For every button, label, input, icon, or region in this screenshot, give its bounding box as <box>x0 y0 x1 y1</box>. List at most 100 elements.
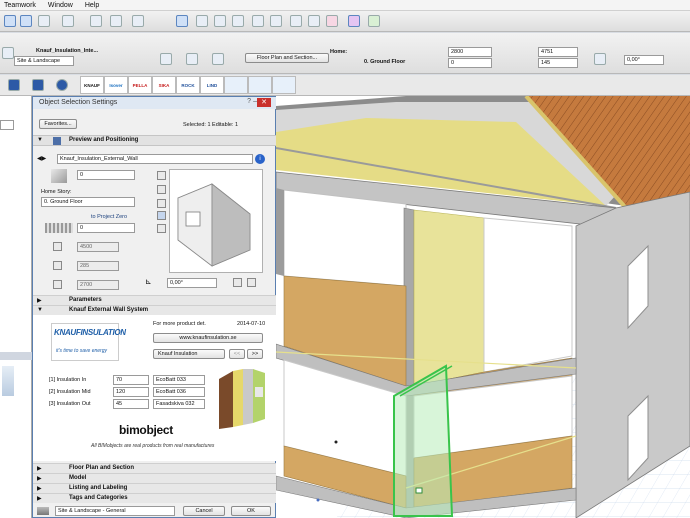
brand-logo-6[interactable]: LIND <box>200 76 224 94</box>
brand-logo-9[interactable] <box>272 76 296 94</box>
rotate-icon[interactable] <box>270 15 282 27</box>
parameters-section-header[interactable]: ▶ Parameters <box>33 295 277 305</box>
rotation-angle-field[interactable]: 0,00° <box>624 55 664 65</box>
elevate-icon[interactable] <box>308 15 320 27</box>
to-project-zero-link[interactable]: to Project Zero <box>91 214 127 220</box>
manufacturer-select[interactable]: Knauf Insulation <box>153 349 225 359</box>
navigator-tabs[interactable] <box>0 352 32 360</box>
mirror-icon[interactable] <box>252 15 264 27</box>
navigator-field[interactable] <box>0 120 14 130</box>
offset-field[interactable]: 0 <box>77 170 135 180</box>
object-settings-dialog: Object Selection Settings ? – ✕ Favorite… <box>32 96 277 518</box>
brand-logo-3[interactable]: PELLA <box>128 76 152 94</box>
brand-logo-8[interactable] <box>248 76 272 94</box>
prev-product-button[interactable]: << <box>229 349 245 359</box>
refresh-icon[interactable] <box>56 79 68 91</box>
mirror-toggle-icon[interactable] <box>212 53 224 65</box>
menu-teamwork[interactable]: Teamwork <box>4 0 36 10</box>
collapse-arrow-icon: ▼ <box>37 137 43 143</box>
height-icon <box>53 280 62 289</box>
brand-logo-1[interactable]: KNAUF <box>80 76 104 94</box>
next-product-button[interactable]: >> <box>247 349 263 359</box>
favorites-button[interactable]: Favorites... <box>39 119 77 129</box>
product-details-label: For more product det. <box>153 321 206 327</box>
website-button[interactable]: www.knaufinsulation.se <box>153 333 263 343</box>
pick-up-icon[interactable] <box>38 15 50 27</box>
rotation-icon <box>594 53 606 65</box>
model-section-title: Model <box>69 475 87 481</box>
car-icon[interactable] <box>32 79 44 91</box>
arrow-tool-icon[interactable] <box>4 15 16 27</box>
mirror-checkbox[interactable] <box>233 278 242 287</box>
layer-select[interactable]: Site & Landscape - General <box>55 506 175 516</box>
knauf-section-title: Knauf External Wall System <box>69 307 149 313</box>
height-field: 2700 <box>77 280 119 290</box>
help-icon[interactable]: ? <box>247 98 251 105</box>
group-icon[interactable] <box>290 15 302 27</box>
preview-section-title: Preview and Positioning <box>69 137 139 143</box>
preview-elevation-icon[interactable] <box>157 199 166 208</box>
snap-icon[interactable] <box>90 15 102 27</box>
expand-arrow-icon: ▶ <box>37 298 42 304</box>
insulation-mid-value[interactable]: 120 <box>113 387 149 397</box>
pen-icon[interactable] <box>160 53 172 65</box>
prev-object-icon[interactable]: ◀▶ <box>37 155 46 162</box>
depth-field[interactable]: 145 <box>538 58 578 68</box>
grid-icon[interactable] <box>176 15 188 27</box>
inject-icon[interactable] <box>62 15 74 27</box>
insulation-in-value[interactable]: 70 <box>113 375 149 385</box>
listing-section-header[interactable]: ▶ Listing and Labeling <box>33 483 277 493</box>
menu-window[interactable]: Window <box>48 0 73 10</box>
preview-section-header[interactable]: ▼ Preview and Positioning <box>33 135 277 146</box>
insulation-in-product[interactable]: EcoBatt 033 <box>153 375 205 385</box>
preview-3d-icon[interactable] <box>157 211 166 220</box>
layer-select[interactable]: Site & Landscape <box>14 56 74 66</box>
preview-section-view-icon[interactable] <box>157 185 166 194</box>
floor-plan-section-header[interactable]: ▶ Floor Plan and Section <box>33 463 277 473</box>
split-icon[interactable] <box>214 15 226 27</box>
floor-plan-section-button[interactable]: Floor Plan and Section... <box>245 53 329 63</box>
navigator-thumbnail[interactable] <box>2 366 14 396</box>
settings-icon[interactable] <box>2 47 14 59</box>
guide-icon[interactable] <box>110 15 122 27</box>
cancel-button[interactable]: Cancel <box>183 506 225 516</box>
anchor-icon[interactable] <box>186 53 198 65</box>
offset-icon[interactable] <box>232 15 244 27</box>
lock-icon[interactable] <box>326 15 338 27</box>
mail-icon[interactable] <box>8 79 20 91</box>
marquee-tool-icon[interactable] <box>20 15 32 27</box>
home-label: Home: <box>330 49 348 55</box>
parameters-section-title: Parameters <box>69 297 102 303</box>
insulation-mid-product[interactable]: EcoBatt 036 <box>153 387 205 397</box>
brand-logo-7[interactable] <box>224 76 248 94</box>
insulation-out-value[interactable]: 45 <box>113 399 149 409</box>
elevation-field[interactable]: 0 <box>448 58 492 68</box>
model-section-header[interactable]: ▶ Model <box>33 473 277 483</box>
3d-viewport[interactable] <box>276 96 690 518</box>
info-icon[interactable]: i <box>255 154 265 164</box>
render-icon[interactable] <box>348 15 360 27</box>
brand-logo-5[interactable]: ROCK <box>176 76 200 94</box>
wall-layers-image <box>219 369 265 429</box>
brand-logo-2[interactable]: Isover <box>104 76 128 94</box>
tags-section-header[interactable]: ▶ Tags and Categories <box>33 493 277 503</box>
preview-list-icon[interactable] <box>157 224 166 233</box>
angle-field[interactable]: 0,00° <box>167 278 217 288</box>
width-field[interactable]: 4751 <box>538 47 578 57</box>
globe-icon[interactable] <box>368 15 380 27</box>
ok-button[interactable]: OK <box>231 506 271 516</box>
close-icon[interactable]: ✕ <box>257 98 271 107</box>
insulation-out-product[interactable]: Fasadskiva 032 <box>153 399 205 409</box>
height-field[interactable]: 2800 <box>448 47 492 57</box>
mirror-icon[interactable] <box>247 278 256 287</box>
knauf-section-header[interactable]: ▼ Knauf External Wall System <box>33 305 277 315</box>
bimobject-logo: bimobject <box>119 423 173 437</box>
magic-wand-icon[interactable] <box>132 15 144 27</box>
object-name-field[interactable]: Knauf_Insulation_External_Wall <box>57 154 253 164</box>
trim-icon[interactable] <box>196 15 208 27</box>
preview-2d-icon[interactable] <box>157 171 166 180</box>
home-story-select[interactable]: 0. Ground Floor <box>41 197 135 207</box>
elevation-field[interactable]: 0 <box>77 223 135 233</box>
menu-help[interactable]: Help <box>85 0 99 10</box>
brand-logo-4[interactable]: SIKA <box>152 76 176 94</box>
